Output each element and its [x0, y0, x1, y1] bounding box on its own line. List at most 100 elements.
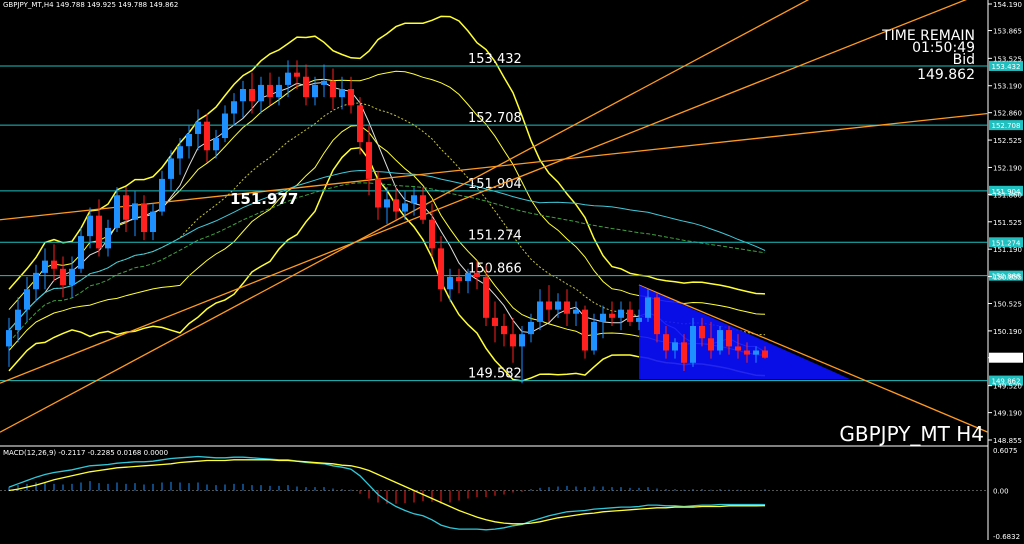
price-tick-label: 149.190	[993, 410, 1022, 418]
macd-label: MACD(12,26,9) -0.2117 -0.2285 0.0168 0.0…	[3, 449, 168, 457]
price-annotation: 151.977	[230, 190, 298, 208]
candle-body-bull	[87, 215, 93, 237]
axis-price-tag-label: 153.432	[992, 63, 1021, 71]
candle-body-bear	[663, 334, 669, 351]
candle-body-bull	[573, 309, 579, 314]
candle-body-bull	[591, 321, 597, 351]
horizontal-line-label: 151.274	[468, 228, 522, 243]
candle-body-bear	[564, 301, 570, 314]
candle-body-bull	[618, 309, 624, 318]
price-tick-label: 151.525	[993, 219, 1022, 227]
candle-body-bear	[375, 178, 381, 208]
candle-body-bear	[708, 338, 714, 351]
candle-body-bull	[537, 301, 543, 322]
bid-label: Bid	[953, 52, 975, 68]
candle-body-bull	[69, 268, 75, 286]
candle-body-bull	[600, 313, 606, 322]
candle-body-bull	[15, 309, 21, 331]
candle-body-bear	[681, 342, 687, 363]
candle-body-bull	[240, 88, 246, 102]
candle-body-bull	[213, 138, 219, 151]
candle-body-bear	[51, 260, 57, 269]
candle-body-bull	[321, 80, 327, 85]
candle-body-bear	[546, 301, 552, 310]
candle-body-bull	[411, 195, 417, 204]
candle-body-bull	[186, 133, 192, 147]
candle-body-bear	[699, 325, 705, 339]
candle-body-bear	[357, 105, 363, 143]
candle-body-bear	[330, 80, 336, 98]
price-tick-label: 153.525	[993, 55, 1022, 63]
candle-body-bull	[312, 84, 318, 98]
candle-body-bull	[519, 334, 525, 347]
candle-body-bull	[78, 236, 84, 269]
candle-body-bull	[159, 178, 165, 212]
candle-body-bull	[636, 317, 642, 322]
candle-body-bear	[627, 309, 633, 322]
candle-body-bear	[654, 297, 660, 335]
macd-axis-label: -0.6832	[993, 533, 1020, 540]
candle-body-bear	[492, 317, 498, 326]
price-tick-label: 152.860	[993, 110, 1022, 118]
candle-body-bull	[177, 146, 183, 159]
candle-body-bear	[60, 268, 66, 286]
candle-body-bear	[294, 72, 300, 77]
price-tick-label: 151.860	[993, 191, 1022, 199]
candle-body-bear	[204, 121, 210, 151]
chart-window[interactable]: 153.432 153.432 152.708 152.708 151.904 151.9…	[0, 0, 1024, 541]
price-tick-label: 150.525	[993, 301, 1022, 309]
candle-body-bull	[150, 211, 156, 233]
price-tick-label: 153.865	[993, 28, 1022, 36]
price-tick-label: 152.190	[993, 164, 1022, 172]
candle-body-bear	[438, 248, 444, 290]
candle-body-bear	[96, 215, 102, 249]
candle-body-bear	[348, 88, 354, 106]
candle-body-bear	[609, 313, 615, 318]
candle-body-bull	[33, 272, 39, 290]
price-tick-label: 151.190	[993, 246, 1022, 254]
price-tick-label: 152.525	[993, 137, 1022, 145]
macd-axis-label: 0.6075	[993, 447, 1018, 455]
price-tick-label: 154.190	[993, 1, 1022, 9]
candle-body-bear	[249, 88, 255, 102]
candle-body-bull	[105, 227, 111, 249]
price-tick-label: 148.855	[993, 437, 1022, 445]
candle-body-bull	[42, 260, 48, 273]
candle-body-bear	[501, 325, 507, 335]
candle-body-bull	[24, 289, 30, 310]
horizontal-line-label: 149.582	[468, 367, 522, 382]
candle-body-bull	[195, 121, 201, 134]
price-tick-label: 153.190	[993, 83, 1022, 91]
candle-body-bear	[123, 195, 129, 220]
candle-body-bull	[753, 350, 759, 355]
chart-canvas[interactable]: 153.432 153.432152.708 152.708151.904 151.9…	[0, 0, 1024, 541]
candle-body-bull	[258, 84, 264, 102]
current-price-tag-label: 149.862	[992, 355, 1021, 363]
horizontal-line-label: 153.432	[468, 52, 522, 67]
candle-body-bull	[285, 72, 291, 85]
candle-body-bear	[744, 350, 750, 355]
candle-body-bull	[276, 84, 282, 98]
candle-body-bull	[465, 272, 471, 282]
candle-body-bull	[222, 113, 228, 139]
candle-body-bear	[429, 219, 435, 249]
candle-body-bull	[402, 203, 408, 212]
candle-body-bull	[168, 158, 174, 179]
candle-body-bull	[528, 321, 534, 335]
horizontal-line-label: 152.708	[468, 111, 522, 126]
candle-body-bear	[366, 142, 372, 179]
candle-body-bull	[339, 88, 345, 98]
candle-body-bull	[690, 325, 696, 363]
bid-value: 149.862	[917, 67, 975, 83]
macd-axis-label: 0.00	[993, 487, 1009, 495]
candle-body-bear	[726, 330, 732, 347]
candle-body-bear	[510, 334, 516, 347]
candle-body-bull	[447, 276, 453, 290]
price-tick-label: 149.520	[993, 383, 1022, 391]
candle-body-bull	[231, 101, 237, 114]
candle-body-bear	[303, 76, 309, 98]
candle-body-bull	[717, 330, 723, 351]
candle-body-bear	[456, 276, 462, 282]
axis-price-tag-label: 152.708	[992, 122, 1021, 130]
candle-body-bear	[393, 199, 399, 212]
